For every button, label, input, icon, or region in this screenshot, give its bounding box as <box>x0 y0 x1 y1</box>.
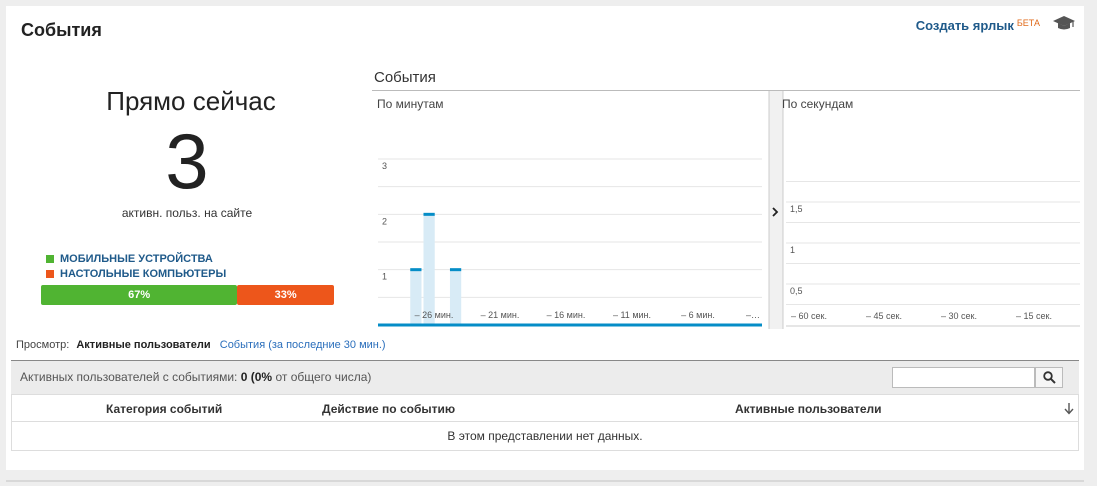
legend-swatch-mobile <box>46 254 54 263</box>
split-segment-mobile: 67% <box>41 285 238 305</box>
col-event-category[interactable]: Категория событий <box>106 402 222 416</box>
table-search-input[interactable] <box>892 367 1035 388</box>
legend-label-mobile: МОБИЛЬНЫЕ УСТРОЙСТВА <box>60 252 213 265</box>
minute-y-tick-label: 3 <box>382 161 387 171</box>
summary-suffix: от общего числа) <box>275 370 372 384</box>
sort-desc-icon[interactable] <box>1064 403 1074 415</box>
summary-count: 0 <box>240 370 248 384</box>
minute-x-tick-label: – 11 мин. <box>613 310 651 320</box>
minute-bar-top <box>423 212 435 216</box>
beta-badge: БЕТА <box>1016 18 1040 28</box>
active-users-count: 3 <box>165 117 209 205</box>
minute-x-tick-label: – 21 мин. <box>481 310 520 320</box>
second-y-tick-label: 0,5 <box>790 286 803 296</box>
events-card: События Создать ярлык БЕТА Прямо сейчас 3… <box>6 6 1084 470</box>
minute-x-tick-label: –… <box>746 310 760 320</box>
view-switcher: Просмотр: Активные пользователи События … <box>16 339 386 351</box>
table-toolbar: Активных пользователей с событиями: 0 (0… <box>11 361 1079 395</box>
col-event-action[interactable]: Действие по событию <box>322 402 455 416</box>
table-summary: Активных пользователей с событиями: 0 (0… <box>20 370 371 384</box>
minute-y-tick-label: 1 <box>382 272 387 282</box>
per-second-label: По секундам <box>782 97 854 111</box>
second-y-tick-label: 1 <box>790 245 795 255</box>
second-x-tick-label: – 60 сек. <box>791 311 827 321</box>
summary-prefix: Активных пользователей с событиями: <box>20 370 238 384</box>
per-minute-label: По минутам <box>377 97 444 111</box>
tab-events-30min[interactable]: События (за последние 30 мин.) <box>220 339 386 351</box>
page-title: События <box>21 20 102 40</box>
minute-bar <box>423 214 435 325</box>
create-shortcut-label: Создать ярлык <box>915 18 1014 33</box>
create-shortcut-link[interactable]: Создать ярлык БЕТА <box>916 18 1040 33</box>
second-x-tick-label: – 45 сек. <box>866 311 902 321</box>
active-users-sublabel: активн. польз. на сайте <box>121 206 253 220</box>
bottom-divider <box>6 480 1084 482</box>
minute-bar-top <box>449 268 462 272</box>
minute-y-tick-label: 2 <box>382 216 387 226</box>
split-segment-desktop: 33% <box>237 285 334 305</box>
chart-title: События <box>374 69 436 86</box>
minute-x-tick-label: – 26 мин. <box>415 310 454 320</box>
second-y-tick-label: 1,5 <box>790 204 803 214</box>
graduation-cap-icon[interactable] <box>1052 14 1076 32</box>
minute-x-tick-label: – 16 мин. <box>547 310 586 320</box>
summary-percent: (0% <box>250 370 273 384</box>
search-icon <box>1042 371 1056 384</box>
legend-swatch-desktop <box>46 269 54 278</box>
device-split-bar: 67% 33% <box>41 285 334 305</box>
tab-active-users[interactable]: Активные пользователи <box>76 339 210 351</box>
col-active-users[interactable]: Активные пользователи <box>735 402 882 416</box>
search-button[interactable] <box>1035 367 1063 388</box>
table-header: Категория событий Действие по событию Ак… <box>11 395 1079 422</box>
minute-bar-top <box>410 268 422 272</box>
right-now-label: Прямо сейчас <box>106 86 276 116</box>
second-x-tick-label: – 30 сек. <box>941 311 977 321</box>
second-x-tick-label: – 15 сек. <box>1016 311 1052 321</box>
events-table: Активных пользователей с событиями: 0 (0… <box>11 360 1079 451</box>
minute-x-tick-label: – 6 мин. <box>681 310 715 320</box>
legend-item-desktop: НАСТОЛЬНЫЕ КОМПЬЮТЕРЫ <box>46 266 226 281</box>
events-chart: 1 2 3 – 26 мин. – 21 мин. – 16 мин. – 11 мин. –… <box>372 90 1080 329</box>
empty-table-message: В этом представлении нет данных. <box>11 422 1079 451</box>
legend-label-desktop: НАСТОЛЬНЫЕ КОМПЬЮТЕРЫ <box>60 267 227 280</box>
legend-item-mobile: МОБИЛЬНЫЕ УСТРОЙСТВА <box>46 251 226 266</box>
view-label: Просмотр: <box>16 339 70 351</box>
events-chart-svg: 1 2 3 – 26 мин. – 21 мин. – 16 мин. – 11 мин. –… <box>378 91 1080 329</box>
device-legend: МОБИЛЬНЫЕ УСТРОЙСТВА НАСТОЛЬНЫЕ КОМПЬЮТЕ… <box>46 251 226 281</box>
